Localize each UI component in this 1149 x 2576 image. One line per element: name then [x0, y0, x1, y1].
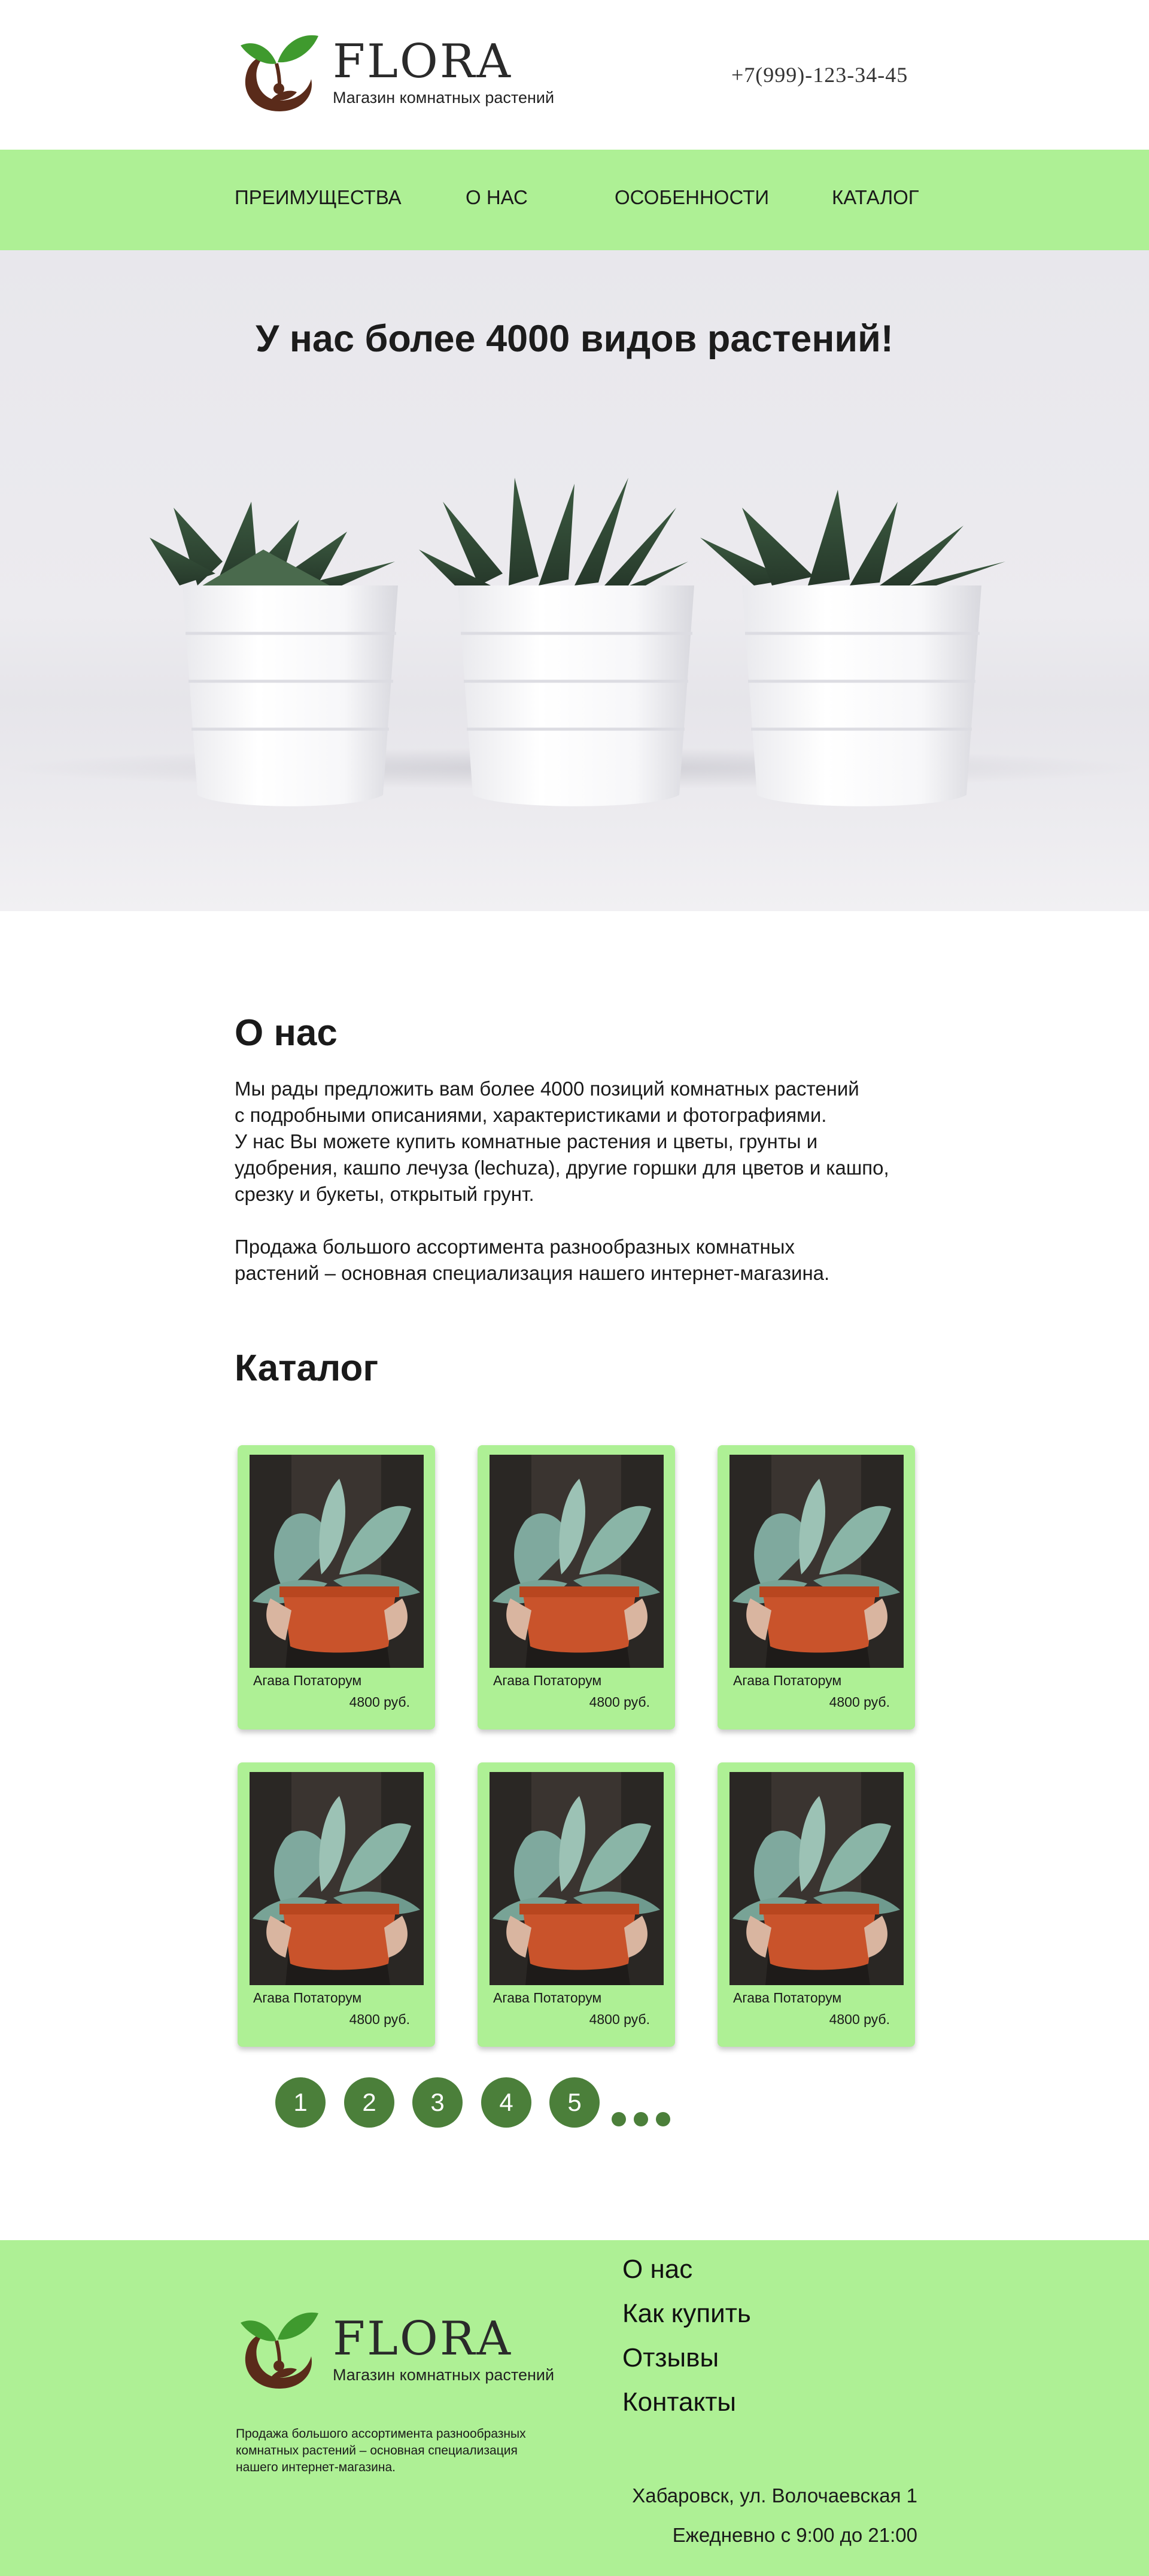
footer-link-how-to-buy[interactable]: Как купить [622, 2299, 751, 2329]
product-name[interactable]: Агава Потаторум [253, 1673, 361, 1689]
product-card[interactable]: Агава Потаторум 4800 руб. [478, 1445, 675, 1730]
logo-subtitle: Магазин комнатных растений [333, 2365, 555, 2384]
nav-item-about[interactable]: О НАС [466, 186, 528, 209]
footer-address: Хабаровск, ул. Волочаевская 1 [632, 2484, 917, 2507]
footer-description: Продажа большого ассортимента разнообраз… [236, 2427, 526, 2474]
product-card[interactable]: Агава Потаторум 4800 руб. [718, 1762, 915, 2047]
product-image[interactable] [250, 1772, 424, 1985]
page-button-3[interactable]: 3 [412, 2077, 463, 2128]
footer-logo[interactable]: FLORA Магазин комнатных растений [235, 2299, 554, 2401]
site-header: FLORA Магазин комнатных растений +7(999)… [0, 0, 1149, 150]
product-card[interactable]: Агава Потаторум 4800 руб. [238, 1762, 435, 2047]
product-image[interactable] [729, 1455, 904, 1668]
product-price: 4800 руб. [829, 2011, 890, 2027]
product-card[interactable]: Агава Потаторум 4800 руб. [238, 1445, 435, 1730]
product-name[interactable]: Агава Потаторум [733, 1673, 841, 1689]
about-title: О нас [235, 1012, 338, 1054]
flora-logo-icon [235, 2299, 324, 2401]
nav-item-catalog[interactable]: КАТАЛОГ [832, 186, 919, 209]
pagination-more-dot[interactable] [634, 2112, 648, 2126]
flora-logo-icon [235, 22, 324, 123]
main-nav: ПРЕИМУЩЕСТВА О НАС ОСОБЕННОСТИ КАТАЛОГ [0, 150, 1149, 250]
product-name[interactable]: Агава Потаторум [253, 1990, 361, 2006]
product-price: 4800 руб. [349, 1694, 410, 1710]
footer-hours: Ежедневно с 9:00 до 21:00 [672, 2524, 917, 2546]
product-name[interactable]: Агава Потаторум [493, 1673, 601, 1689]
about-paragraph-2: Продажа большого ассортимента разнообраз… [235, 1236, 830, 1284]
logo-name: FLORA [333, 2311, 512, 2366]
page-button-5[interactable]: 5 [549, 2077, 600, 2128]
product-image[interactable] [729, 1772, 904, 1985]
logo-subtitle: Магазин комнатных растений [333, 88, 555, 107]
site-footer: FLORA Магазин комнатных растений Продажа… [0, 2240, 1149, 2576]
product-price: 4800 руб. [349, 2011, 410, 2027]
nav-item-features[interactable]: ОСОБЕННОСТИ [615, 186, 769, 209]
footer-link-about[interactable]: О нас [622, 2255, 692, 2284]
about-paragraph-1: Мы рады предложить вам более 4000 позици… [235, 1078, 889, 1205]
hero-banner: У нас более 4000 видов растений! [0, 250, 1149, 911]
product-card[interactable]: Агава Потаторум 4800 руб. [718, 1445, 915, 1730]
page-button-1[interactable]: 1 [275, 2077, 326, 2128]
logo-name: FLORA [333, 34, 512, 89]
footer-link-contacts[interactable]: Контакты [622, 2387, 736, 2417]
product-card[interactable]: Агава Потаторум 4800 руб. [478, 1762, 675, 2047]
pagination-more-dot[interactable] [656, 2112, 670, 2126]
product-price: 4800 руб. [829, 1694, 890, 1710]
about-text: Мы рады предложить вам более 4000 позици… [235, 1076, 929, 1287]
product-name[interactable]: Агава Потаторум [493, 1990, 601, 2006]
product-price: 4800 руб. [589, 2011, 650, 2027]
footer-link-reviews[interactable]: Отзывы [622, 2343, 719, 2373]
pagination-more-dot[interactable] [612, 2112, 626, 2126]
phone-number[interactable]: +7(999)-123-34-45 [731, 62, 908, 87]
catalog-title: Каталог [235, 1348, 379, 1389]
hero-plants-image [150, 478, 1005, 806]
page-button-4[interactable]: 4 [481, 2077, 531, 2128]
product-image[interactable] [490, 1455, 664, 1668]
product-price: 4800 руб. [589, 1694, 650, 1710]
product-name[interactable]: Агава Потаторум [733, 1990, 841, 2006]
page-button-2[interactable]: 2 [344, 2077, 394, 2128]
product-image[interactable] [250, 1455, 424, 1668]
product-image[interactable] [490, 1772, 664, 1985]
nav-item-advantages[interactable]: ПРЕИМУЩЕСТВА [235, 186, 402, 209]
header-logo[interactable]: FLORA Магазин комнатных растений [235, 22, 554, 123]
